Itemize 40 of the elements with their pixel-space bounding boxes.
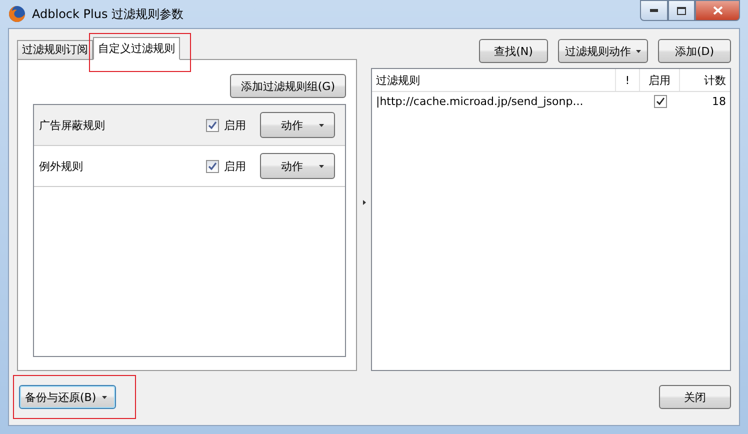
action-button[interactable]: 动作: [260, 153, 335, 179]
caret-icon: [319, 124, 324, 126]
tab[interactable]: 自定义过滤规则: [93, 37, 180, 60]
caret-icon: [102, 396, 108, 398]
filter-rule: |http://cache.microad.jp/send_jsonp...: [375, 94, 584, 108]
minimize-button[interactable]: [640, 0, 668, 21]
window-title: Adblock Plus 过滤规则参数: [32, 6, 184, 22]
maximize-button[interactable]: [668, 0, 695, 21]
close-icon: [712, 6, 722, 15]
column-header[interactable]: 过滤规则: [372, 69, 616, 91]
group-name: 广告屏蔽规则: [39, 118, 106, 132]
checkmark-icon: [656, 96, 664, 106]
find-button[interactable]: 查找(N): [479, 39, 548, 63]
splitter-arrow-icon[interactable]: [362, 200, 366, 204]
close-dialog-button[interactable]: 关闭: [659, 385, 731, 409]
caret-icon: [636, 50, 641, 52]
caret-icon: [319, 164, 324, 168]
checkbox[interactable]: [206, 160, 219, 172]
action-button[interactable]: 动作: [260, 112, 335, 138]
filter-group-row[interactable]: 广告屏蔽规则 启用 动作: [34, 105, 345, 146]
close-button[interactable]: [695, 0, 740, 21]
column-header[interactable]: !: [616, 69, 640, 91]
add-filter-group-button[interactable]: 添加过滤规则组(G): [230, 74, 346, 98]
checkbox[interactable]: [206, 118, 219, 132]
hit-count: 18: [711, 94, 727, 108]
browser-logo-icon: [8, 5, 26, 23]
checkbox-label: 启用: [224, 158, 246, 174]
checkmark-icon: [208, 162, 217, 170]
backup-restore-button[interactable]: 备份与还原(B): [19, 385, 116, 409]
group-name: 例外规则: [39, 158, 84, 174]
minimize-icon: [650, 9, 658, 12]
tab[interactable]: 过滤规则订阅: [17, 40, 93, 60]
maximize-icon: [677, 6, 686, 14]
add-button[interactable]: 添加(D): [658, 39, 731, 63]
checkbox-label: 启用: [224, 118, 246, 132]
enabled-checkbox[interactable]: [654, 94, 666, 108]
filter-actions-button[interactable]: 过滤规则动作: [558, 39, 648, 63]
column-header[interactable]: 启用: [640, 69, 680, 91]
checkmark-icon: [208, 120, 217, 130]
column-header[interactable]: 计数: [680, 69, 730, 91]
